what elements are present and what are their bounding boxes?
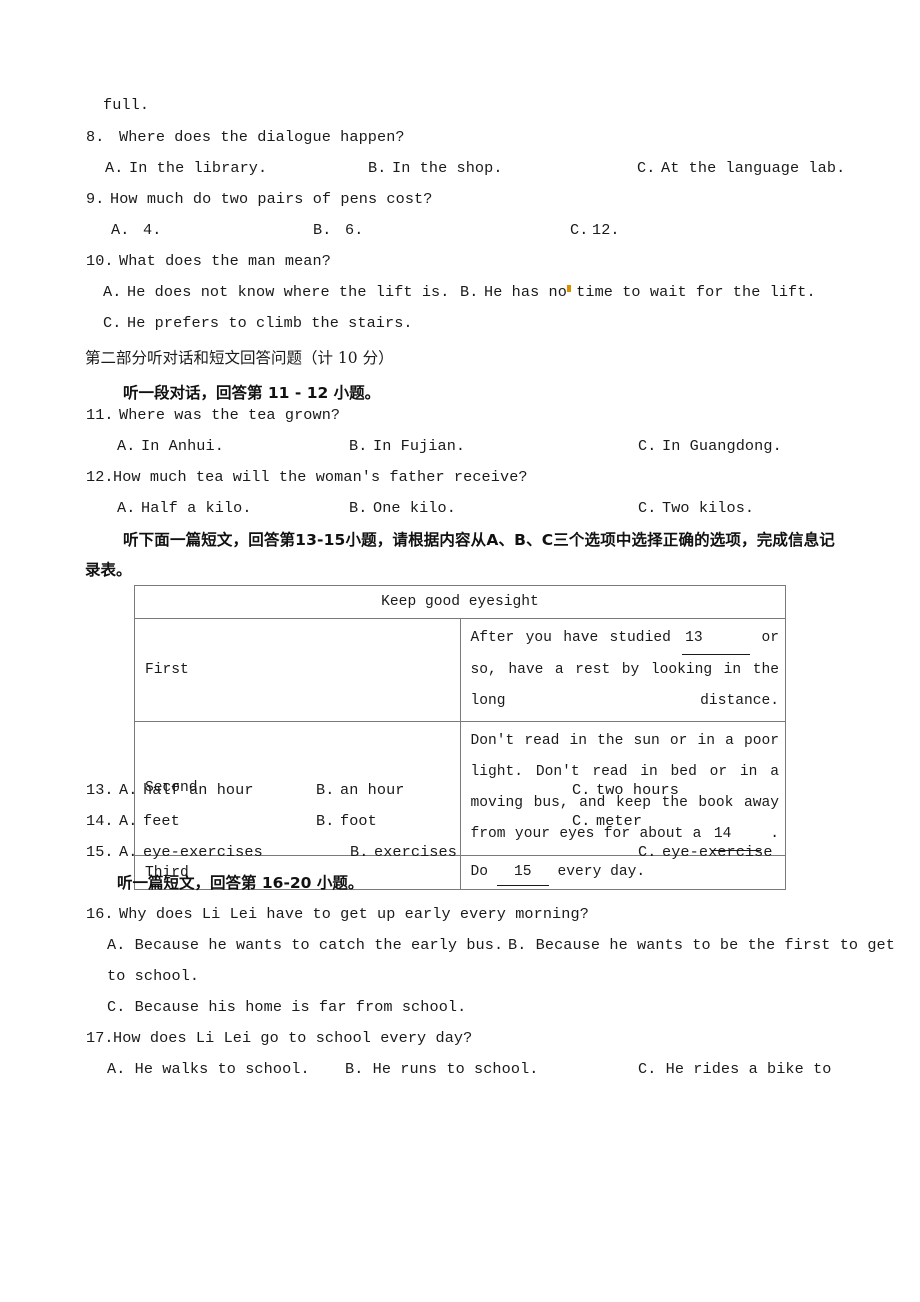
question-15-option-a-text[interactable]: eye-exercises [143, 843, 263, 861]
first-text-before-blank: After you have studied [470, 630, 683, 646]
question-8-option-c-text[interactable]: At the language lab. [661, 159, 845, 177]
second-text-after-blank: . [760, 826, 779, 842]
table-row-label-first: First [134, 618, 461, 722]
question-9-option-c-letter[interactable]: C. [570, 221, 588, 239]
question-12-option-a-letter[interactable]: A. [117, 499, 135, 517]
question-12-option-a-text[interactable]: Half a kilo. [141, 499, 252, 517]
question-12-option-c-text[interactable]: Two kilos. [662, 499, 754, 517]
instruction-13-15-line2: 录表。 [85, 561, 132, 579]
question-13-option-c-letter[interactable]: C. [572, 781, 590, 799]
question-12-option-b-text[interactable]: One kilo. [373, 499, 456, 517]
question-11-stem: Where was the tea grown? [119, 406, 341, 424]
question-11-option-c-letter[interactable]: C. [638, 437, 656, 455]
question-9-option-b-text[interactable]: 6. [345, 221, 363, 239]
question-10-option-b-text[interactable]: He has no time to wait for the lift. [484, 283, 816, 301]
question-11-option-c-text[interactable]: In Guangdong. [662, 437, 782, 455]
question-11-option-b-text[interactable]: In Fujian. [373, 437, 465, 455]
question-14-option-c-letter[interactable]: C. [572, 812, 590, 830]
table-title-cell: Keep good eyesight [134, 585, 786, 619]
question-12-option-c-letter[interactable]: C. [638, 499, 656, 517]
question-12-number: 12. [86, 468, 114, 486]
question-9-number: 9. [86, 190, 105, 208]
question-12-stem: How much tea will the woman's father rec… [113, 468, 528, 486]
blank-15[interactable]: 15 [496, 859, 549, 886]
question-10-option-a-letter[interactable]: A. [103, 283, 121, 301]
question-14-number: 14. [86, 812, 114, 830]
question-8-option-b-text[interactable]: In the shop. [392, 159, 503, 177]
blank-13[interactable]: 13 [682, 623, 751, 655]
question-8-option-c-letter[interactable]: C. [637, 159, 655, 177]
question-10-option-b-letter[interactable]: B. [460, 283, 478, 301]
question-16-option-b-line1[interactable]: B. Because he wants to be the first to g… [508, 936, 895, 954]
question-13-option-c-text[interactable]: two hours [596, 781, 679, 799]
question-11-option-a-letter[interactable]: A. [117, 437, 135, 455]
question-16-number: 16. [86, 905, 114, 923]
question-14-option-b-letter[interactable]: B. [316, 812, 334, 830]
question-16-option-a[interactable]: A. Because he wants to catch the early b… [107, 936, 503, 954]
instruction-16-20: 听一篇短文，回答第 16-20 小题。 [117, 874, 364, 892]
question-13-option-b-letter[interactable]: B. [316, 781, 334, 799]
question-16-option-b-line2[interactable]: to school. [107, 967, 199, 985]
question-10-stem: What does the man mean? [119, 252, 331, 270]
question-13-option-b-text[interactable]: an hour [340, 781, 405, 799]
question-14-option-c-text[interactable]: meter [596, 812, 642, 830]
question-14-option-a-text[interactable]: feet [143, 812, 180, 830]
question-16-stem: Why does Li Lei have to get up early eve… [119, 905, 589, 923]
question-17-stem: How does Li Lei go to school every day? [113, 1029, 473, 1047]
question-11-number: 11. [86, 406, 114, 424]
instruction-13-15-line1: 听下面一篇短文，回答第13-15小题，请根据内容从A、B、C三个选项中选择正确的… [123, 531, 835, 549]
question-9-option-c-text[interactable]: 12. [592, 221, 620, 239]
question-10-option-c-letter[interactable]: C. [103, 314, 121, 332]
question-17-option-a[interactable]: A. He walks to school. [107, 1060, 310, 1078]
table-row: First After you have studied 13 or so, h… [134, 618, 786, 722]
part-two-heading: 第二部分听对话和短文回答问题（计 10 分） [85, 349, 394, 367]
question-8-option-a-text[interactable]: In the library. [129, 159, 267, 177]
question-17-option-b[interactable]: B. He runs to school. [345, 1060, 539, 1078]
third-text-after-blank: every day. [548, 864, 646, 880]
question-10-option-c-text[interactable]: He prefers to climb the stairs. [127, 314, 413, 332]
question-8-option-a-letter[interactable]: A. [105, 159, 123, 177]
question-12-option-b-letter[interactable]: B. [349, 499, 367, 517]
question-15-option-c-text[interactable]: eye-exercise [662, 843, 773, 861]
question-13-option-a-text[interactable]: half an hour [143, 781, 254, 799]
question-9-option-b-letter[interactable]: B. [313, 221, 331, 239]
question-15-option-a-letter[interactable]: A. [119, 843, 137, 861]
question-15-option-b-text[interactable]: exercises [374, 843, 457, 861]
question-15-option-c-letter[interactable]: C. [638, 843, 656, 861]
question-10-number: 10. [86, 252, 114, 270]
question-15-number: 15. [86, 843, 114, 861]
continuation-line: full. [103, 96, 150, 114]
question-11-option-a-text[interactable]: In Anhui. [141, 437, 224, 455]
question-9-option-a-text[interactable]: 4. [143, 221, 161, 239]
question-11-option-b-letter[interactable]: B. [349, 437, 367, 455]
question-14-option-a-letter[interactable]: A. [119, 812, 137, 830]
question-8-number: 8. [86, 128, 105, 146]
third-text-before-blank: Do [470, 864, 497, 880]
question-13-number: 13. [86, 781, 114, 799]
question-8-stem: Where does the dialogue happen? [119, 128, 405, 146]
question-9-option-a-letter[interactable]: A. [111, 221, 129, 239]
exam-page: full. 8. Where does the dialogue happen?… [0, 0, 920, 1302]
question-14-option-b-text[interactable]: foot [340, 812, 377, 830]
question-17-option-c[interactable]: C. He rides a bike to [638, 1060, 832, 1078]
question-16-option-c[interactable]: C. Because his home is far from school. [107, 998, 466, 1016]
caret-artifact-mark [567, 285, 571, 292]
table-row-body-first: After you have studied 13 or so, have a … [459, 618, 786, 722]
question-8-option-b-letter[interactable]: B. [368, 159, 386, 177]
table-header-row: Keep good eyesight [134, 585, 786, 619]
question-10-option-a-text[interactable]: He does not know where the lift is. [127, 283, 450, 301]
question-17-number: 17. [86, 1029, 114, 1047]
question-13-option-a-letter[interactable]: A. [119, 781, 137, 799]
question-9-stem: How much do two pairs of pens cost? [110, 190, 433, 208]
question-15-option-b-letter[interactable]: B. [350, 843, 368, 861]
instruction-11-12: 听一段对话，回答第 11 - 12 小题。 [123, 384, 381, 402]
